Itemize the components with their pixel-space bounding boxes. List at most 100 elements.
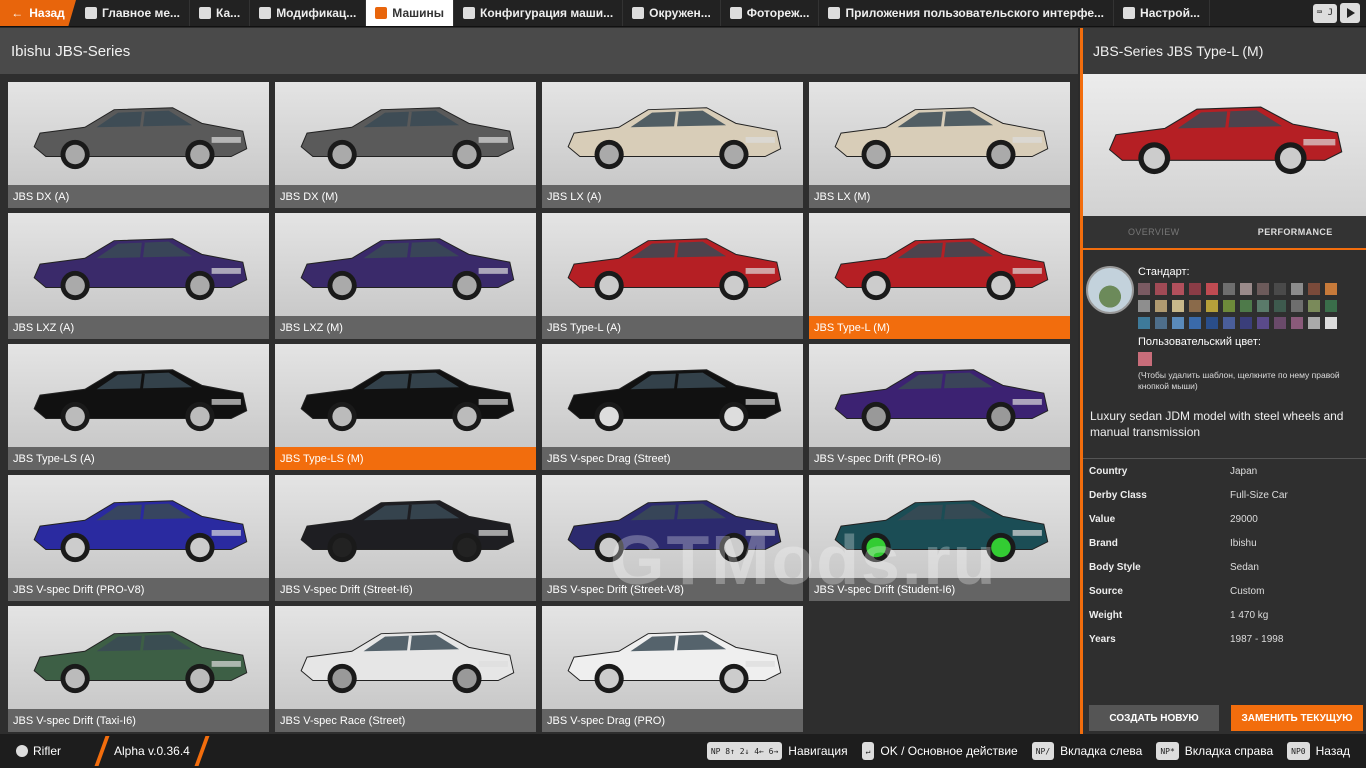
user-info[interactable]: Rifler	[0, 744, 94, 758]
paint-swatch[interactable]	[1155, 300, 1167, 312]
vehicle-label: JBS LXZ (A)	[8, 316, 269, 339]
tab-label: Приложения пользовательского интерфе...	[845, 6, 1105, 20]
create-new-button[interactable]: СОЗДАТЬ НОВУЮ	[1089, 705, 1219, 731]
tab-map[interactable]: Ка...	[190, 0, 251, 26]
vehicle-card[interactable]: JBS DX (M)	[275, 82, 536, 208]
spec-key: Years	[1089, 633, 1116, 645]
paint-preview	[1086, 266, 1134, 314]
vehicle-card[interactable]: JBS V-spec Race (Street)	[275, 606, 536, 732]
paint-swatch[interactable]	[1223, 317, 1235, 329]
paint-swatch[interactable]	[1172, 283, 1184, 295]
paint-swatch[interactable]	[1206, 300, 1218, 312]
paint-swatch[interactable]	[1257, 283, 1269, 295]
nav-right: ⌨ J	[1312, 0, 1366, 26]
tab-engine[interactable]: Конфигурация маши...	[454, 0, 624, 26]
paint-swatch[interactable]	[1138, 317, 1150, 329]
tab-apps[interactable]: Приложения пользовательского интерфе...	[819, 0, 1115, 26]
tab-car[interactable]: Машины	[366, 0, 454, 26]
replace-current-button[interactable]: ЗАМЕНИТЬ ТЕКУЩУЮ	[1231, 705, 1363, 731]
vehicle-card[interactable]: JBS V-spec Drift (PRO-V8)	[8, 475, 269, 601]
paint-swatch[interactable]	[1308, 317, 1320, 329]
vehicle-card[interactable]: JBS V-spec Drift (Student-I6)	[809, 475, 1070, 601]
vehicle-card[interactable]: JBS DX (A)	[8, 82, 269, 208]
vehicle-card[interactable]: JBS Type-L (M)	[809, 213, 1070, 339]
vehicle-thumbnail	[8, 82, 269, 185]
vehicle-card[interactable]: JBS LXZ (A)	[8, 213, 269, 339]
spec-value: Sedan	[1230, 561, 1259, 573]
paint-swatch[interactable]	[1138, 300, 1150, 312]
vehicle-thumbnail	[8, 606, 269, 709]
back-button[interactable]: ← Назад	[0, 0, 76, 26]
paint-swatch[interactable]	[1291, 283, 1303, 295]
vehicle-thumbnail	[8, 344, 269, 447]
control-hint-label: OK / Основное действие	[880, 744, 1018, 758]
paint-section: Стандарт: Пользовательский цвет: (Чтобы …	[1083, 250, 1366, 391]
tab-performance[interactable]: PERFORMANCE	[1225, 216, 1366, 248]
car-icon	[375, 7, 388, 19]
spec-row: Weight 1 470 kg	[1083, 603, 1366, 627]
car-image	[33, 500, 248, 563]
tab-home[interactable]: Главное ме...	[76, 0, 191, 26]
vehicle-card[interactable]: JBS V-spec Drag (Street)	[542, 344, 803, 470]
vehicle-label: JBS V-spec Drag (Street)	[542, 447, 803, 470]
paint-swatch[interactable]	[1240, 317, 1252, 329]
paint-swatch[interactable]	[1223, 283, 1235, 295]
vehicle-card[interactable]: JBS V-spec Drift (Street-V8)	[542, 475, 803, 601]
tab-overview[interactable]: OVERVIEW	[1083, 216, 1225, 248]
paint-swatch[interactable]	[1223, 300, 1235, 312]
custom-color-swatch[interactable]	[1138, 352, 1152, 366]
tab-camera[interactable]: Фотореж...	[721, 0, 820, 26]
paint-swatch[interactable]	[1206, 317, 1218, 329]
paint-swatch[interactable]	[1325, 300, 1337, 312]
vehicle-card[interactable]: JBS V-spec Drift (Street-I6)	[275, 475, 536, 601]
paint-swatch[interactable]	[1240, 300, 1252, 312]
vehicle-thumbnail	[809, 82, 1070, 185]
paint-swatch[interactable]	[1274, 283, 1286, 295]
paint-swatch[interactable]	[1308, 283, 1320, 295]
vehicle-card[interactable]: JBS Type-L (A)	[542, 213, 803, 339]
paint-swatch[interactable]	[1325, 317, 1337, 329]
user-icon	[16, 745, 28, 757]
play-icon[interactable]	[1340, 3, 1360, 23]
tab-puzzle[interactable]: Модификац...	[250, 0, 367, 26]
paint-swatch[interactable]	[1240, 283, 1252, 295]
tab-weather[interactable]: Окружен...	[623, 0, 721, 26]
spec-value: Custom	[1230, 585, 1265, 597]
paint-swatch[interactable]	[1189, 317, 1201, 329]
vehicle-card[interactable]: JBS Type-LS (A)	[8, 344, 269, 470]
vehicle-label: JBS LX (M)	[809, 185, 1070, 208]
paint-swatch[interactable]	[1308, 300, 1320, 312]
paint-swatch[interactable]	[1155, 317, 1167, 329]
vehicle-card[interactable]: JBS V-spec Drift (Taxi-I6)	[8, 606, 269, 732]
vehicle-grid: JBS DX (A) JBS DX (M) JBS LX (A) JBS LX (M)…	[8, 82, 1070, 732]
vehicle-card[interactable]: JBS Type-LS (M)	[275, 344, 536, 470]
vehicle-card[interactable]: JBS V-spec Drag (PRO)	[542, 606, 803, 732]
paint-swatch[interactable]	[1274, 317, 1286, 329]
vehicle-label: JBS V-spec Drift (Street-V8)	[542, 578, 803, 601]
paint-swatch[interactable]	[1257, 300, 1269, 312]
vehicle-thumbnail	[275, 475, 536, 578]
vehicle-card[interactable]: JBS LX (A)	[542, 82, 803, 208]
paint-swatch[interactable]	[1189, 283, 1201, 295]
vehicle-thumbnail	[809, 475, 1070, 578]
paint-swatch[interactable]	[1325, 283, 1337, 295]
vehicle-card[interactable]: JBS LXZ (M)	[275, 213, 536, 339]
control-hints: NP 8↑ 2↓ 4← 6→ Навигация ↵ OK / Основное де…	[706, 742, 1366, 760]
bottom-bar: Rifler Alpha v.0.36.4 NP 8↑ 2↓ 4← 6→ Нави…	[0, 734, 1366, 768]
paint-swatch[interactable]	[1206, 283, 1218, 295]
spec-row: Value 29000	[1083, 507, 1366, 531]
vehicle-card[interactable]: JBS V-spec Drift (PRO-I6)	[809, 344, 1070, 470]
paint-swatch[interactable]	[1291, 317, 1303, 329]
spec-row: Body Style Sedan	[1083, 555, 1366, 579]
paint-swatch[interactable]	[1155, 283, 1167, 295]
paint-swatch[interactable]	[1138, 283, 1150, 295]
paint-swatch[interactable]	[1291, 300, 1303, 312]
vehicle-card[interactable]: JBS LX (M)	[809, 82, 1070, 208]
tab-settings[interactable]: Настрой...	[1114, 0, 1210, 26]
paint-swatch[interactable]	[1172, 317, 1184, 329]
paint-swatch[interactable]	[1274, 300, 1286, 312]
car-image	[300, 238, 515, 301]
paint-swatch[interactable]	[1257, 317, 1269, 329]
paint-swatch[interactable]	[1189, 300, 1201, 312]
paint-swatch[interactable]	[1172, 300, 1184, 312]
